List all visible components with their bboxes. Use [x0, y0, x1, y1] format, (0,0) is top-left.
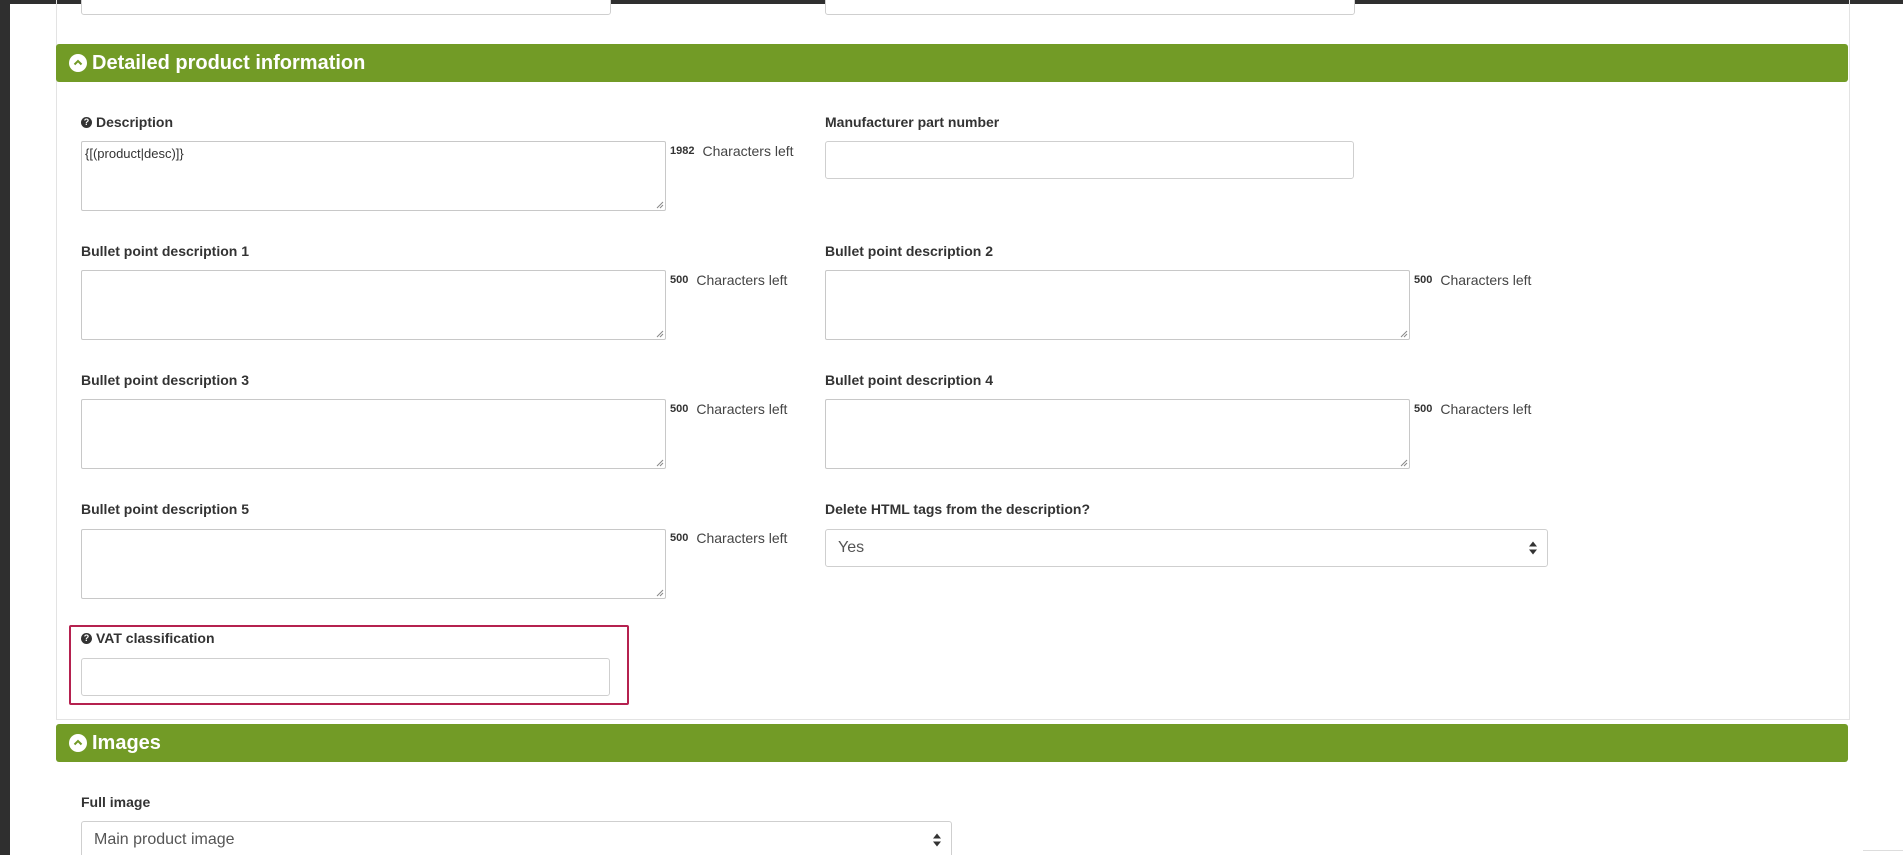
bullet1-count-number: 500	[670, 274, 689, 286]
bullet4-label-text: Bullet point description 4	[825, 372, 994, 388]
full-image-select[interactable]: Main product image	[81, 821, 952, 855]
delete-html-selected: Yes	[838, 539, 865, 556]
sort-arrows-icon	[933, 833, 941, 847]
bullet3-count-suffix: Characters left	[696, 401, 788, 417]
bullet2-count-number: 500	[1414, 274, 1433, 286]
sort-arrows-icon	[1529, 541, 1537, 555]
question-circle-icon[interactable]: ?	[81, 632, 92, 644]
bullet2-label-text: Bullet point description 2	[825, 243, 994, 259]
description-value: {[(product|desc)]}	[85, 146, 184, 161]
resize-grip-icon[interactable]	[655, 458, 664, 467]
bullet3-label: Bullet point description 3	[81, 372, 249, 388]
description-label: ? Description	[81, 114, 173, 130]
bullet5-count-number: 500	[670, 532, 689, 544]
scroll-corner	[1863, 850, 1903, 855]
window-left-edge	[0, 0, 10, 855]
resize-grip-icon[interactable]	[655, 200, 664, 209]
description-count-number: 1982	[670, 145, 695, 157]
vat-label: ? VAT classification	[81, 630, 215, 646]
chevron-up-circle-icon	[69, 54, 87, 72]
bullet1-label-text: Bullet point description 1	[81, 243, 250, 259]
bullet3-label-text: Bullet point description 3	[81, 372, 250, 388]
section-title: Images	[92, 731, 161, 754]
bullet4-label: Bullet point description 4	[825, 372, 993, 388]
section-header-detailed[interactable]: Detailed product information	[56, 44, 1848, 82]
description-char-count: 1982 Characters left	[670, 143, 794, 159]
description-label-text: Description	[96, 114, 174, 130]
bullet5-label: Bullet point description 5	[81, 501, 249, 517]
bullet5-char-count: 500 Characters left	[670, 530, 787, 546]
bullet4-count-suffix: Characters left	[1440, 401, 1532, 417]
bullet5-count-suffix: Characters left	[696, 530, 788, 546]
bullet1-char-count: 500 Characters left	[670, 272, 787, 288]
bullet2-textarea[interactable]	[825, 270, 1410, 340]
bullet4-textarea[interactable]	[825, 399, 1410, 469]
delete-html-label: Delete HTML tags from the description?	[825, 501, 1090, 517]
bullet3-char-count: 500 Characters left	[670, 401, 787, 417]
bullet5-textarea[interactable]	[81, 529, 666, 599]
resize-grip-icon[interactable]	[655, 588, 664, 597]
delete-html-select[interactable]: Yes	[825, 529, 1548, 567]
mpn-label-text: Manufacturer part number	[825, 114, 1000, 130]
bullet4-count-number: 500	[1414, 403, 1433, 415]
resize-grip-icon[interactable]	[1399, 458, 1408, 467]
section-header-images[interactable]: Images	[56, 724, 1848, 762]
bullet5-label-text: Bullet point description 5	[81, 501, 250, 517]
bullet1-textarea[interactable]	[81, 270, 666, 340]
bullet4-char-count: 500 Characters left	[1414, 401, 1531, 417]
bullet1-count-suffix: Characters left	[696, 272, 788, 288]
chevron-up-circle-icon	[69, 734, 87, 752]
vat-label-text: VAT classification	[96, 630, 215, 646]
bullet2-count-suffix: Characters left	[1440, 272, 1532, 288]
question-circle-icon[interactable]: ?	[81, 116, 92, 128]
panel-container	[56, 0, 1850, 720]
full-image-selected: Main product image	[94, 831, 235, 848]
full-image-label: Full image	[81, 794, 150, 810]
mpn-label: Manufacturer part number	[825, 114, 999, 130]
bullet3-textarea[interactable]	[81, 399, 666, 469]
vat-input[interactable]	[81, 658, 610, 696]
full-image-label-text: Full image	[81, 794, 151, 810]
resize-grip-icon[interactable]	[1399, 329, 1408, 338]
delete-html-label-text: Delete HTML tags from the description?	[825, 501, 1090, 517]
resize-grip-icon[interactable]	[655, 329, 664, 338]
bullet2-char-count: 500 Characters left	[1414, 272, 1531, 288]
mpn-input[interactable]	[825, 141, 1354, 179]
description-textarea[interactable]: {[(product|desc)]}	[81, 141, 666, 211]
section-title: Detailed product information	[92, 51, 366, 74]
bullet3-count-number: 500	[670, 403, 689, 415]
description-count-suffix: Characters left	[702, 143, 794, 159]
bullet2-label: Bullet point description 2	[825, 243, 993, 259]
bullet1-label: Bullet point description 1	[81, 243, 249, 259]
